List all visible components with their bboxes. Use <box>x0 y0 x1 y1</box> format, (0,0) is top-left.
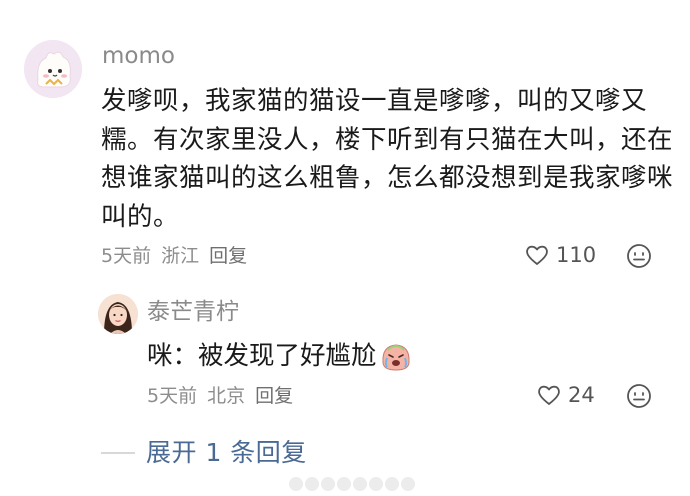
portrait-avatar-icon <box>98 294 138 334</box>
username[interactable]: momo <box>102 40 175 72</box>
comment-meta: 5天前 浙江 回复 <box>101 242 257 270</box>
reply-button[interactable]: 回复 <box>209 245 247 267</box>
reply-like-button[interactable]: 24 <box>536 380 595 410</box>
avatar[interactable] <box>24 40 82 98</box>
watermark-icon <box>289 477 415 491</box>
smile-face-icon <box>627 384 651 408</box>
reply-body-row: 咪：被发现了好尴尬 <box>147 337 413 375</box>
reply-like-count: 24 <box>568 383 595 407</box>
reply-body: 咪：被发现了好尴尬 <box>147 341 377 371</box>
reply-reply-button[interactable]: 回复 <box>255 385 293 407</box>
reply-username[interactable]: 泰芒青柠 <box>147 296 239 328</box>
embarrassed-crying-face-icon <box>382 344 410 371</box>
reply-meta: 5天前 北京 回复 <box>147 382 303 410</box>
smile-face-icon <box>627 244 651 268</box>
reply-location: 北京 <box>207 385 246 407</box>
cartoon-avatar-icon <box>24 40 82 98</box>
reply-avatar[interactable] <box>98 294 138 334</box>
comment-location: 浙江 <box>161 245 200 267</box>
emoji-reaction-button[interactable] <box>626 243 652 269</box>
heart-outline-icon <box>526 245 548 265</box>
comment-body: 发嗲呗，我家猫的猫设一直是嗲嗲，叫的又嗲又糯。有次家里没人，楼下听到有只猫在大叫… <box>101 86 674 232</box>
comment-time: 5天前 <box>101 245 152 267</box>
reply-time: 5天前 <box>147 385 198 407</box>
like-count: 110 <box>556 243 597 267</box>
reply-emoji-reaction-button[interactable] <box>626 383 652 409</box>
heart-outline-icon <box>538 385 560 405</box>
like-button[interactable]: 110 <box>524 240 596 270</box>
expand-divider <box>101 452 135 454</box>
expand-replies-link[interactable]: 展开 1 条回复 <box>146 436 307 470</box>
